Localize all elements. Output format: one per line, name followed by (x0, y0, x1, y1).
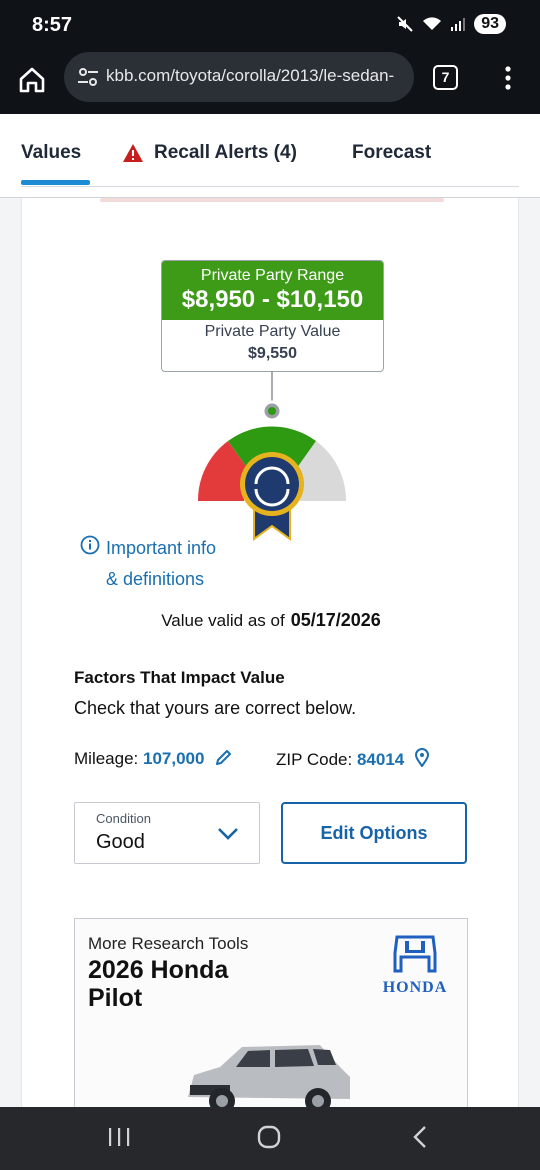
valid-as-of: Value valid as of 05/17/2026 (22, 610, 520, 631)
tab-recall-alerts[interactable]: Recall Alerts (4) (122, 142, 297, 164)
warning-icon (123, 144, 143, 162)
home-nav-icon[interactable] (257, 1125, 281, 1149)
value-label: Private Party Value (204, 323, 341, 340)
url-text: kbb.com/toyota/corolla/2013/le-sedan- (106, 66, 395, 85)
valid-label: Value valid as of (161, 611, 285, 630)
car-image (188, 1045, 350, 1114)
range-label: Private Party Range (200, 267, 345, 284)
honda-logo: HONDA (373, 935, 457, 996)
tab-forecast[interactable]: Forecast (352, 142, 431, 164)
info-icon (80, 535, 100, 555)
mileage-value[interactable]: 107,000 (143, 749, 204, 768)
zip-value[interactable]: 84014 (357, 750, 404, 769)
tab-values[interactable]: Values (21, 142, 81, 164)
value-gauge (197, 371, 347, 541)
site-settings-icon[interactable] (76, 65, 100, 89)
zip-label: ZIP Code: (276, 750, 353, 769)
card-top-accent (100, 198, 444, 202)
section-tabs: Values Recall Alerts (4) Forecast (0, 114, 540, 198)
honda-h-icon (393, 935, 437, 973)
value-section: Private Party Value $9,550 (162, 320, 383, 363)
condition-select[interactable]: Condition Good (74, 802, 260, 864)
status-bar: 8:57 93 (0, 0, 540, 50)
tab-recall-label: Recall Alerts (4) (154, 142, 297, 163)
signal-icon (451, 18, 466, 31)
home-icon[interactable] (16, 64, 48, 96)
research-tools-ad[interactable]: More Research Tools 2026 Honda Pilot HON… (74, 918, 468, 1118)
tabs-divider (21, 186, 519, 187)
condition-label: Condition (96, 811, 151, 826)
condition-value: Good (96, 831, 145, 853)
battery-indicator: 93 (474, 14, 506, 34)
valuation-card: Private Party Range $8,950 - $10,150 Pri… (21, 198, 520, 1118)
chevron-down-icon (218, 828, 238, 840)
range-header: Private Party Range $8,950 - $10,150 (162, 261, 383, 320)
address-bar[interactable]: kbb.com/toyota/corolla/2013/le-sedan- (64, 52, 414, 102)
mute-icon (397, 16, 413, 32)
ad-title: 2026 Honda Pilot (88, 956, 229, 1012)
range-value: $8,950 - $10,150 (181, 286, 364, 313)
status-icons: 93 (396, 14, 506, 34)
active-tab-indicator (21, 180, 90, 185)
edit-options-button[interactable]: Edit Options (281, 802, 467, 864)
ad-kicker: More Research Tools (88, 934, 249, 953)
more-menu-icon[interactable] (498, 64, 518, 92)
wifi-icon (423, 17, 442, 30)
pencil-icon[interactable] (215, 748, 233, 766)
location-pin-icon[interactable] (414, 748, 429, 767)
factors-subtitle: Check that yours are correct below. (74, 698, 357, 718)
system-nav-bar (0, 1107, 540, 1170)
mileage-row[interactable]: Mileage: 107,000 (74, 748, 233, 769)
value-amount: $9,550 (248, 345, 297, 362)
browser-toolbar: kbb.com/toyota/corolla/2013/le-sedan- 7 (0, 50, 540, 114)
tab-switcher-button[interactable]: 7 (433, 65, 458, 90)
price-range-box: Private Party Range $8,950 - $10,150 Pri… (161, 260, 384, 372)
factors-title: Factors That Impact Value (74, 668, 285, 687)
back-icon[interactable] (411, 1125, 429, 1149)
recent-apps-icon[interactable] (108, 1125, 130, 1149)
honda-wordmark: HONDA (382, 979, 448, 996)
info-link-line1: Important info (106, 538, 217, 558)
valid-date: 05/17/2026 (290, 610, 381, 630)
zip-row[interactable]: ZIP Code: 84014 (276, 748, 429, 770)
info-link-line2: & definitions (106, 569, 205, 589)
mileage-label: Mileage: (74, 749, 139, 768)
clock: 8:57 (32, 14, 73, 36)
